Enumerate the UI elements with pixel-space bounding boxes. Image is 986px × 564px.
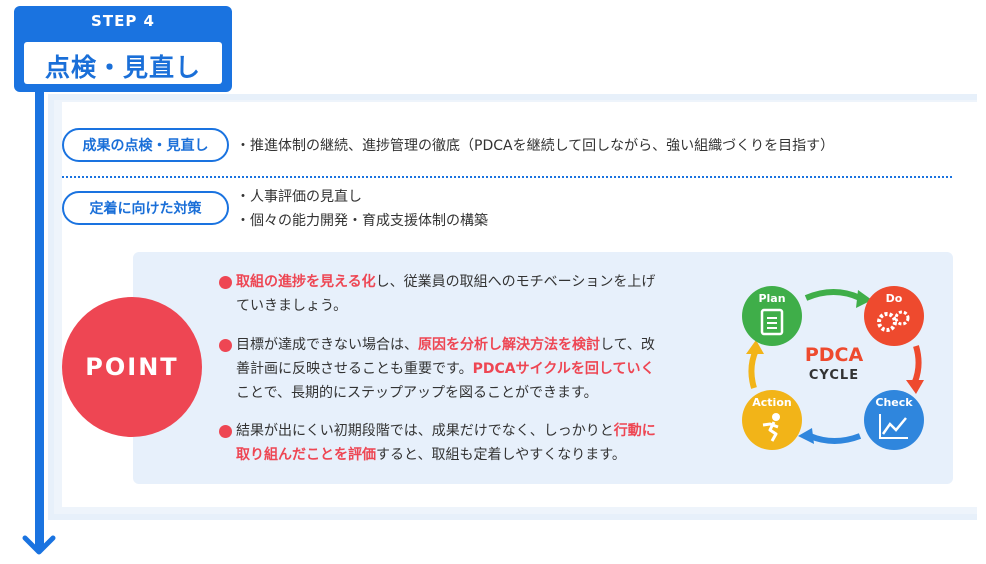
step-title-box: 点検・見直し <box>24 42 222 84</box>
step-number: STEP 4 <box>91 12 155 30</box>
step-header: STEP 4 点検・見直し <box>14 6 232 92</box>
step-title: 点検・見直し <box>44 53 201 82</box>
row-item: ・推進体制の継続、進捗管理の徹底（PDCAを継続して回しながら、強い組織づくりを… <box>236 138 835 154</box>
point-text: 善計画に反映させることも重要です。PDCAサイクルを回していく <box>236 361 655 377</box>
running-person-icon <box>762 413 780 442</box>
pdca-center-subtitle: CYCLE <box>808 368 860 383</box>
plan-step: Plan <box>742 286 802 346</box>
row-item: ・人事評価の見直し <box>236 189 362 205</box>
pdca-center-title: PDCA <box>804 344 864 366</box>
bullet-icon <box>219 425 232 438</box>
point-text: 目標が達成できない場合は、原因を分析し解決方法を検討して、改 <box>236 337 655 353</box>
clipboard-icon <box>760 308 784 336</box>
point-text: 結果が出にくい初期段階では、成果だけでなく、しっかりと行動に <box>236 423 656 439</box>
action-step: Action <box>742 390 802 450</box>
do-step: Do <box>864 286 924 346</box>
point-text: ていきましょう。 <box>236 298 348 314</box>
row-label-review: 成果の点検・見直し <box>62 128 229 162</box>
bullet-icon <box>219 339 232 352</box>
gears-icon <box>877 310 910 332</box>
point-badge: POINT <box>62 297 202 437</box>
row-item: ・個々の能力開発・育成支援体制の構築 <box>236 213 488 229</box>
down-arrow-icon <box>22 535 56 555</box>
pdca-cycle-diagram: Plan Do Check Action PDCA CYCLE <box>736 280 932 456</box>
chart-icon <box>879 414 908 439</box>
point-text: 取り組んだことを評価すると、取組も定着しやすくなります。 <box>236 447 626 463</box>
timeline-line <box>35 92 44 550</box>
bullet-icon <box>219 276 232 289</box>
divider <box>62 176 952 178</box>
point-text: ことで、長期的にステップアップを図ることができます。 <box>236 385 598 401</box>
check-step: Check <box>864 390 924 450</box>
row-label-measures: 定着に向けた対策 <box>62 191 229 225</box>
point-text: 取組の進捗を見える化し、従業員の取組へのモチベーションを上げ <box>236 274 656 290</box>
